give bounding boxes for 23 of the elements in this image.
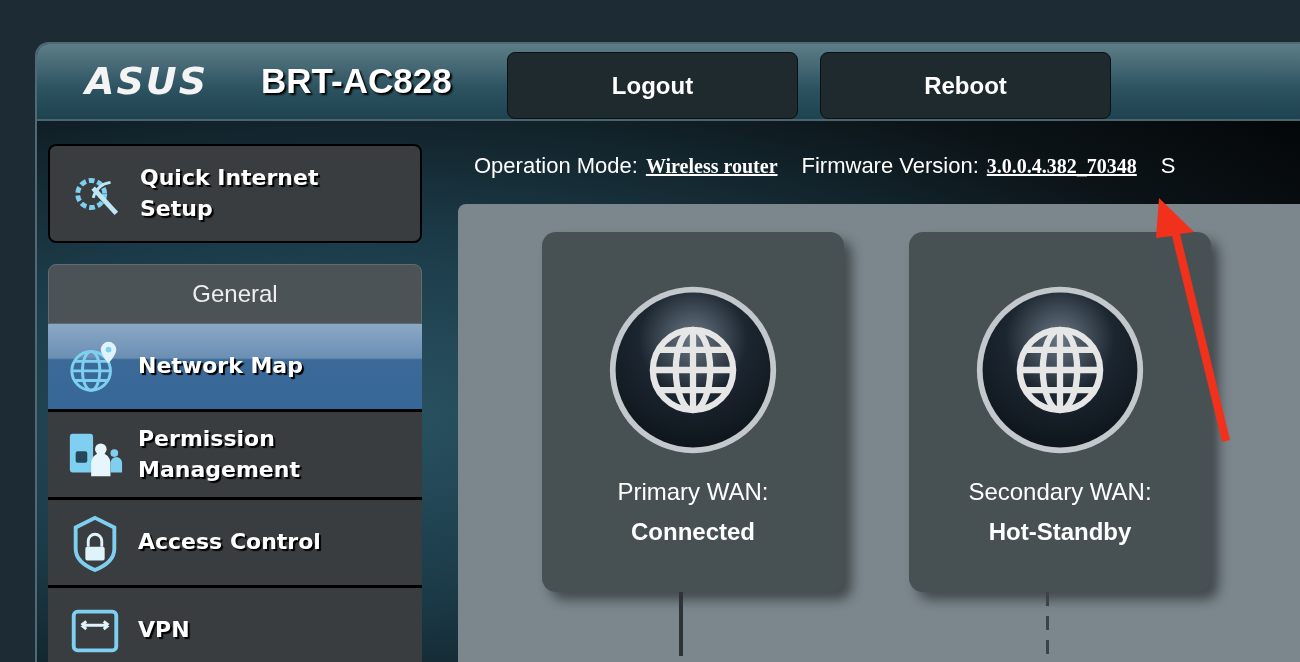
globe-icon <box>607 284 779 456</box>
wan-status: Hot-Standby <box>988 517 1132 547</box>
wan-card[interactable]: Secondary WAN: Hot-Standby <box>909 232 1211 592</box>
info-link[interactable]: 3.0.0.4.382_70348 <box>986 151 1137 181</box>
wan-status: Connected <box>631 517 755 547</box>
model-name: BRT-AC828 <box>261 60 453 103</box>
sidebar-item[interactable]: VPN <box>48 588 422 662</box>
info-label: Firmware Version: <box>801 152 979 180</box>
wan-label: Secondary WAN: <box>968 477 1152 507</box>
info-label: Operation Mode: <box>474 152 638 180</box>
quick-setup-button[interactable]: Quick Internet Setup <box>48 144 422 243</box>
wan-card[interactable]: Primary WAN: Connected <box>542 232 844 592</box>
info-label: S <box>1160 152 1176 180</box>
sidebar-item[interactable]: Permission Management <box>48 412 422 500</box>
globe-icon <box>974 284 1146 456</box>
wan-label: Primary WAN: <box>617 477 769 507</box>
section-header: General <box>48 264 422 324</box>
sidebar-item[interactable]: Network Map <box>48 324 422 412</box>
sidebar-item[interactable]: Access Control <box>48 500 422 588</box>
header-button[interactable]: Reboot <box>820 52 1111 119</box>
connection-line <box>1046 592 1049 656</box>
info-link[interactable]: Wireless router <box>645 151 778 181</box>
header-button[interactable]: Logout <box>507 52 798 119</box>
